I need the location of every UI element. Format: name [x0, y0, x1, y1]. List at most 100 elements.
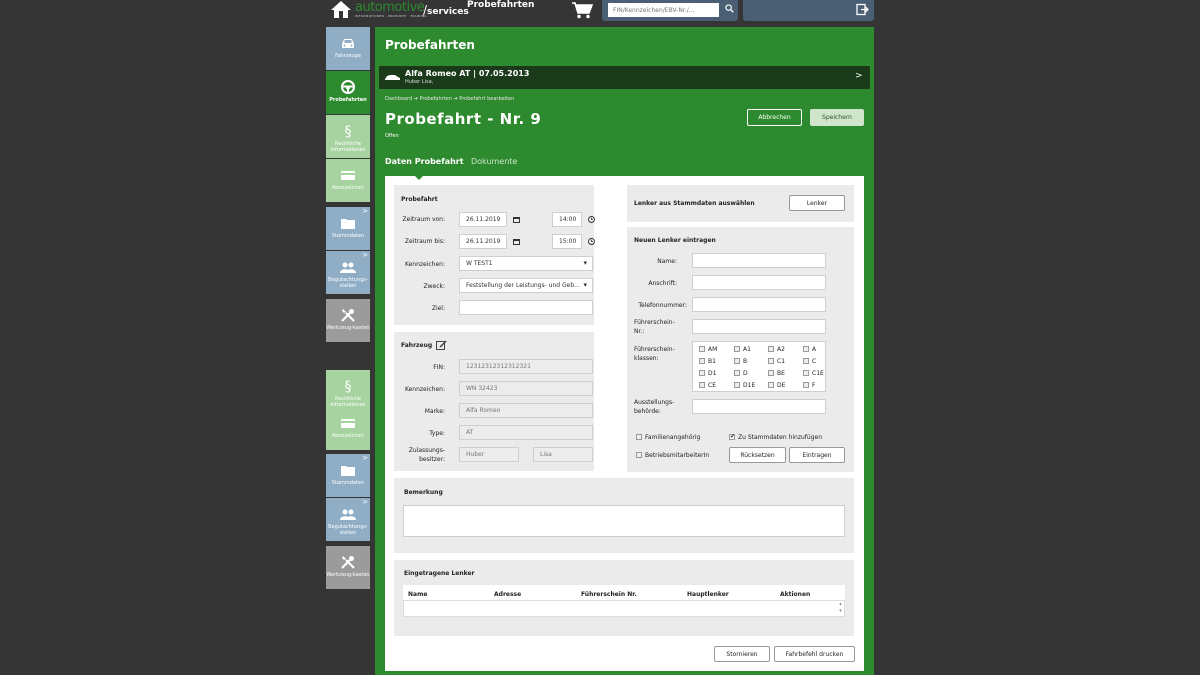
add-to-master-checkbox[interactable]: Zu Stammdaten hinzufügen	[729, 433, 822, 441]
calendar-icon[interactable]	[513, 238, 520, 245]
print-order-button[interactable]: Fahrbefehl drucken	[774, 646, 855, 662]
chevron-right-icon[interactable]: >	[855, 71, 863, 81]
address-input[interactable]	[692, 275, 826, 290]
license-classes-label: Führerschein-klassen:	[634, 346, 675, 362]
family-checkbox[interactable]: Familienangehörig	[636, 434, 700, 441]
class-checkbox[interactable]: C1	[768, 358, 785, 365]
column-header[interactable]: Aktionen	[780, 591, 810, 598]
column-header[interactable]: Hauptlenker	[687, 591, 729, 598]
remark-textarea[interactable]	[403, 505, 845, 537]
plate-select[interactable]: W TEST1	[459, 256, 593, 271]
goal-input[interactable]	[459, 300, 593, 315]
phone-input[interactable]	[692, 297, 826, 312]
save-button[interactable]: Speichern	[810, 109, 864, 126]
class-checkbox[interactable]: C	[803, 358, 816, 365]
breadcrumb[interactable]: Dashboard ➔ Probefahrten ➔ Probefahrt be…	[385, 96, 514, 102]
steering-wheel-icon	[341, 80, 355, 94]
sidebar-item-werkzeugkasten[interactable]: Werkzeug-kasten	[326, 299, 370, 342]
car-icon	[342, 39, 354, 48]
plate-icon	[341, 419, 355, 428]
sidebar-item-fahrzeuge[interactable]: Fahrzeuge	[326, 27, 370, 70]
sidebar-item-begutachtungsstellen[interactable]: > Begutachtungs-stellen	[326, 498, 370, 541]
class-checkbox[interactable]: DE	[768, 382, 785, 389]
sidebar-item-kennzeichen[interactable]: Kennzeichen	[326, 159, 370, 202]
class-checkbox[interactable]: D	[734, 370, 748, 377]
vehicle-plate-label: Kennzeichen:	[404, 386, 445, 393]
reset-button[interactable]: Rücksetzen	[729, 447, 786, 463]
sidebar-item-probefahrten[interactable]: Probefahrten	[326, 71, 370, 114]
class-checkbox[interactable]: A2	[768, 346, 785, 353]
search-input[interactable]	[608, 3, 719, 17]
cancel-trip-button[interactable]: Stornieren	[714, 646, 770, 662]
calendar-icon[interactable]	[513, 216, 520, 223]
edit-icon[interactable]	[436, 340, 447, 350]
vehicle-plate-field: WN 32423	[459, 381, 593, 396]
type-label: Type:	[429, 430, 445, 437]
column-header[interactable]: Name	[408, 591, 427, 598]
sidebar-item-rechtliche-informationen[interactable]: § Rechtliche Informationen	[326, 115, 370, 158]
to-label: Zeitraum bis:	[404, 238, 445, 245]
brand-label: Marke:	[424, 408, 445, 415]
logo-services: /services	[423, 3, 469, 17]
from-date-input[interactable]: 26.11.2019	[459, 212, 507, 227]
sidebar-item-werkzeugkasten[interactable]: Werkzeug-kasten	[326, 546, 370, 589]
sidebar-item-begutachtungsstellen[interactable]: > Begutachtungs-stellen	[326, 251, 370, 294]
cancel-button[interactable]: Abbrechen	[747, 109, 802, 126]
from-time-input[interactable]: 14:00	[552, 212, 582, 227]
class-checkbox[interactable]: CE	[699, 382, 716, 389]
enter-button[interactable]: Eintragen	[789, 447, 845, 463]
brand-field: Alfa Romeo	[459, 403, 593, 418]
tools-icon	[341, 556, 355, 569]
section-title: Probefahrten	[385, 38, 475, 52]
expand-arrow-icon: >	[362, 207, 368, 215]
to-date-input[interactable]: 26.11.2019	[459, 234, 507, 249]
home-logo-icon[interactable]	[330, 0, 352, 18]
select-lenker-button[interactable]: Lenker	[789, 195, 845, 211]
class-checkbox[interactable]: A	[803, 346, 816, 353]
cart-icon[interactable]	[571, 1, 593, 19]
goal-label: Ziel:	[431, 305, 445, 312]
sidebar-item-label: Werkzeug-kasten	[326, 325, 370, 331]
class-checkbox[interactable]: F	[803, 382, 815, 389]
sidebar-item-kennzeichen[interactable]: Kennzeichen	[326, 407, 370, 450]
sidebar-item-stammdaten[interactable]: > Stammdaten	[326, 454, 370, 497]
magnifier-icon[interactable]	[723, 4, 735, 16]
expand-arrow-icon: >	[362, 251, 368, 259]
folder-icon	[341, 219, 355, 229]
name-input[interactable]	[692, 253, 826, 268]
class-checkbox[interactable]: AM	[699, 346, 717, 353]
lenker-select-text: Lenker aus Stammdaten auswählen	[634, 200, 755, 207]
class-checkbox[interactable]: B	[734, 358, 747, 365]
authority-input[interactable]	[692, 399, 826, 414]
tab-daten-probefahrt[interactable]: Daten Probefahrt	[385, 157, 464, 166]
license-number-label: Führerschein-Nr.:	[634, 319, 675, 335]
column-header[interactable]: Adresse	[494, 591, 521, 598]
scrollbar[interactable]: ▴ ▾	[837, 601, 844, 616]
sidebar-item-stammdaten[interactable]: > Stammdaten	[326, 207, 370, 250]
class-checkbox[interactable]: A1	[734, 346, 751, 353]
class-checkbox[interactable]: D1E	[734, 382, 755, 389]
car-icon	[385, 75, 400, 80]
tools-icon	[341, 309, 355, 322]
type-field: AT	[459, 425, 593, 440]
svg-text:§: §	[345, 124, 352, 139]
sidebar-item-label: Begutachtungs-stellen	[328, 524, 368, 536]
logout-icon[interactable]	[856, 3, 869, 16]
clock-icon[interactable]	[588, 216, 595, 223]
class-checkbox[interactable]: C1E	[803, 370, 824, 377]
column-header[interactable]: Führerschein Nr.	[581, 591, 637, 598]
employee-checkbox[interactable]: BetriebsmitarbeiterIn	[636, 452, 709, 459]
clock-icon[interactable]	[588, 238, 595, 245]
class-checkbox[interactable]: B1	[699, 358, 716, 365]
class-checkbox[interactable]: BE	[768, 370, 785, 377]
purpose-select[interactable]: Feststellung der Leistungs- und Geb...	[459, 278, 593, 293]
purpose-label: Zweck:	[423, 283, 445, 290]
license-number-input[interactable]	[692, 319, 826, 334]
to-time-input[interactable]: 15:00	[552, 234, 582, 249]
table-row	[403, 600, 845, 617]
plate-label: Kennzeichen:	[404, 261, 445, 268]
logo-wordmark: automotive	[355, 0, 425, 15]
tab-dokumente[interactable]: Dokumente	[471, 157, 517, 166]
sidebar-item-label: Probefahrten	[329, 97, 367, 103]
class-checkbox[interactable]: D1	[699, 370, 716, 377]
